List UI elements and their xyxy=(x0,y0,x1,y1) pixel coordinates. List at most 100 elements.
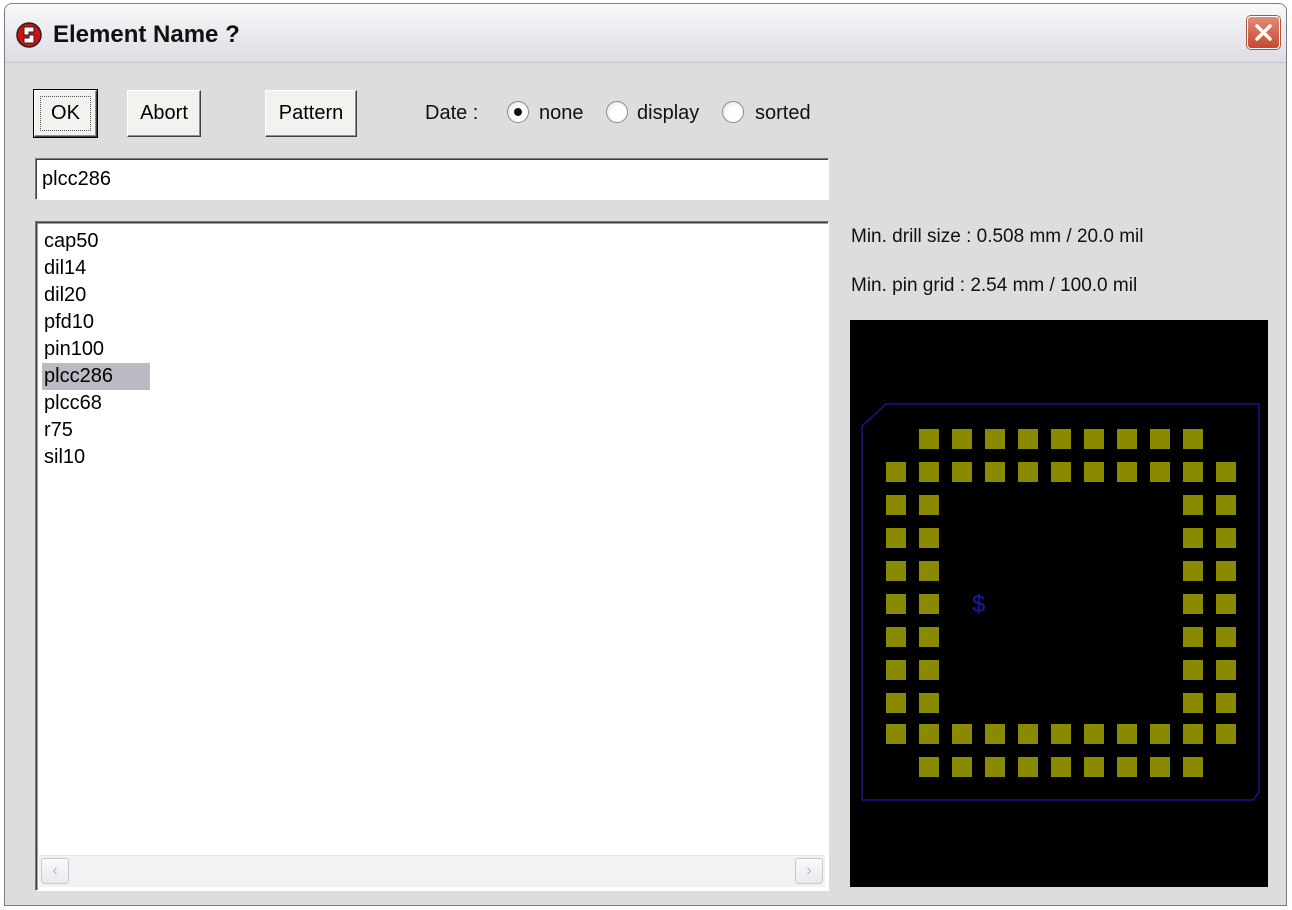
pad xyxy=(1051,429,1071,449)
pad xyxy=(1216,724,1236,744)
abort-button[interactable]: Abort xyxy=(127,90,201,137)
pad xyxy=(1216,528,1236,548)
ok-button[interactable]: OK xyxy=(33,89,98,138)
pad xyxy=(952,724,972,744)
list-item[interactable]: r75 xyxy=(42,417,150,444)
pad xyxy=(985,429,1005,449)
pattern-button-label: Pattern xyxy=(278,102,344,124)
footprint-preview-canvas: $ xyxy=(861,403,1260,801)
focus-rect xyxy=(40,96,91,131)
scroll-right-button[interactable]: › xyxy=(795,858,823,884)
list-item[interactable]: dil14 xyxy=(42,255,150,282)
list-item-selected[interactable]: plcc286 xyxy=(42,363,150,390)
pad xyxy=(1183,594,1203,614)
pad xyxy=(1051,757,1071,777)
min-pin-grid-text: Min. pin grid : 2.54 mm / 100.0 mil xyxy=(851,275,1138,296)
date-radio-none-label[interactable]: none xyxy=(539,102,584,125)
close-button[interactable] xyxy=(1247,16,1280,49)
pad xyxy=(886,594,906,614)
pad xyxy=(1183,462,1203,482)
pad xyxy=(1117,757,1137,777)
pad xyxy=(919,594,939,614)
pad xyxy=(1018,757,1038,777)
dialog-window: Element Name ? OK Abort Pattern Date : n… xyxy=(4,3,1287,906)
pad xyxy=(1183,495,1203,515)
pad xyxy=(1117,462,1137,482)
list-item[interactable]: dil20 xyxy=(42,282,150,309)
pad xyxy=(919,757,939,777)
pad xyxy=(886,462,906,482)
date-radio-display[interactable] xyxy=(606,101,628,123)
list-item[interactable]: pfd10 xyxy=(42,309,150,336)
horizontal-scrollbar[interactable]: ‹ › xyxy=(39,855,825,887)
pad xyxy=(919,495,939,515)
pad xyxy=(1051,724,1071,744)
pad xyxy=(1150,429,1170,449)
pad xyxy=(1183,660,1203,680)
pad xyxy=(886,724,906,744)
pad xyxy=(985,724,1005,744)
pad xyxy=(1183,757,1203,777)
pad xyxy=(1216,561,1236,581)
window-title: Element Name ? xyxy=(53,21,240,48)
date-radio-none[interactable] xyxy=(507,101,529,123)
pad xyxy=(919,693,939,713)
pad xyxy=(1018,462,1038,482)
pad xyxy=(1216,594,1236,614)
pad xyxy=(886,495,906,515)
pad xyxy=(1117,429,1137,449)
list-item[interactable]: pin100 xyxy=(42,336,150,363)
pad xyxy=(1018,429,1038,449)
pad xyxy=(1216,462,1236,482)
pad xyxy=(1183,724,1203,744)
pad xyxy=(919,627,939,647)
date-radio-display-label[interactable]: display xyxy=(637,102,699,125)
pad xyxy=(1216,660,1236,680)
chevron-right-icon: › xyxy=(806,862,812,879)
pad xyxy=(1183,429,1203,449)
pad xyxy=(1216,627,1236,647)
pad xyxy=(919,528,939,548)
pad xyxy=(1084,724,1104,744)
pad xyxy=(985,757,1005,777)
pad xyxy=(1150,724,1170,744)
element-name-input[interactable] xyxy=(35,158,829,200)
date-radio-sorted[interactable] xyxy=(722,101,744,123)
min-drill-size-text: Min. drill size : 0.508 mm / 20.0 mil xyxy=(851,226,1144,247)
pad xyxy=(886,693,906,713)
abort-button-label: Abort xyxy=(140,102,188,124)
pad xyxy=(952,462,972,482)
pad xyxy=(1183,561,1203,581)
chevron-left-icon: ‹ xyxy=(52,862,58,879)
app-logo-icon xyxy=(16,22,42,48)
pad xyxy=(1216,495,1236,515)
list-item[interactable]: plcc68 xyxy=(42,390,150,417)
pad xyxy=(1183,528,1203,548)
pattern-button[interactable]: Pattern xyxy=(265,90,357,137)
pad xyxy=(985,462,1005,482)
footprint-preview: $ xyxy=(850,320,1268,887)
pad xyxy=(886,660,906,680)
pad xyxy=(919,462,939,482)
date-radio-sorted-label[interactable]: sorted xyxy=(755,102,811,125)
pad xyxy=(1183,627,1203,647)
pad xyxy=(919,660,939,680)
pad xyxy=(886,561,906,581)
pad xyxy=(1051,462,1071,482)
list-item[interactable]: cap50 xyxy=(42,228,150,255)
pad xyxy=(1084,429,1104,449)
pad xyxy=(1183,693,1203,713)
pad xyxy=(952,757,972,777)
pad xyxy=(1216,693,1236,713)
pad xyxy=(886,627,906,647)
pad xyxy=(1084,462,1104,482)
dialog-body: OK Abort Pattern Date : none display sor… xyxy=(11,63,1281,899)
scroll-left-button[interactable]: ‹ xyxy=(41,858,69,884)
pad-group xyxy=(886,429,1236,777)
title-bar[interactable]: Element Name ? xyxy=(5,4,1286,63)
pad xyxy=(1150,462,1170,482)
pad xyxy=(952,429,972,449)
pad xyxy=(1018,724,1038,744)
list-item[interactable]: sil10 xyxy=(42,444,150,471)
element-listbox[interactable]: cap50 dil14 dil20 pfd10 pin100 plcc286 p… xyxy=(35,221,829,891)
